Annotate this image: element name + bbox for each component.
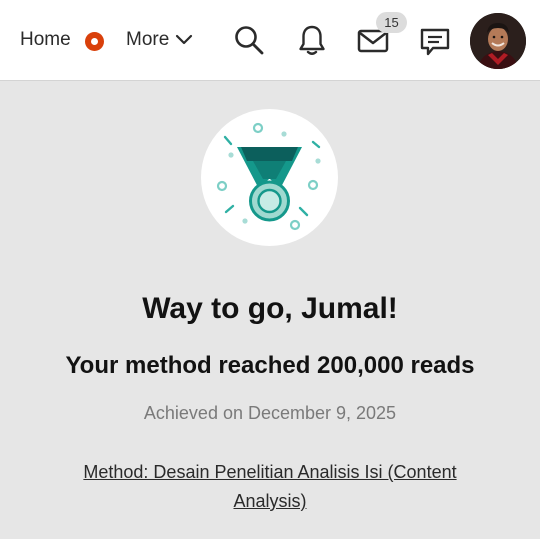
nav-home-label: Home <box>20 29 71 50</box>
user-avatar[interactable] <box>470 13 526 69</box>
search-icon[interactable] <box>233 24 265 56</box>
achievement-title: Way to go, Jumal! <box>142 292 398 325</box>
achievement-date: Achieved on December 9, 2025 <box>143 403 397 423</box>
notifications-count-badge: 15 <box>376 12 407 33</box>
top-navigation-bar: Home More 15 <box>0 0 540 81</box>
chat-bubble-icon[interactable] <box>419 27 451 57</box>
achievement-subtitle: Your method reached 200,000 reads <box>65 352 475 379</box>
achievement-badge <box>201 109 338 246</box>
method-link[interactable]: Method: Desain Penelitian Analisis Isi (… <box>50 458 490 516</box>
chevron-down-icon <box>176 34 193 45</box>
nav-home[interactable]: Home <box>20 28 104 52</box>
home-indicator-icon <box>84 31 104 51</box>
medal-icon <box>216 122 321 231</box>
nav-more-label: More <box>126 29 170 50</box>
nav-more-menu[interactable]: More <box>126 28 193 52</box>
bell-icon[interactable] <box>297 24 327 56</box>
avatar-photo <box>470 13 526 69</box>
